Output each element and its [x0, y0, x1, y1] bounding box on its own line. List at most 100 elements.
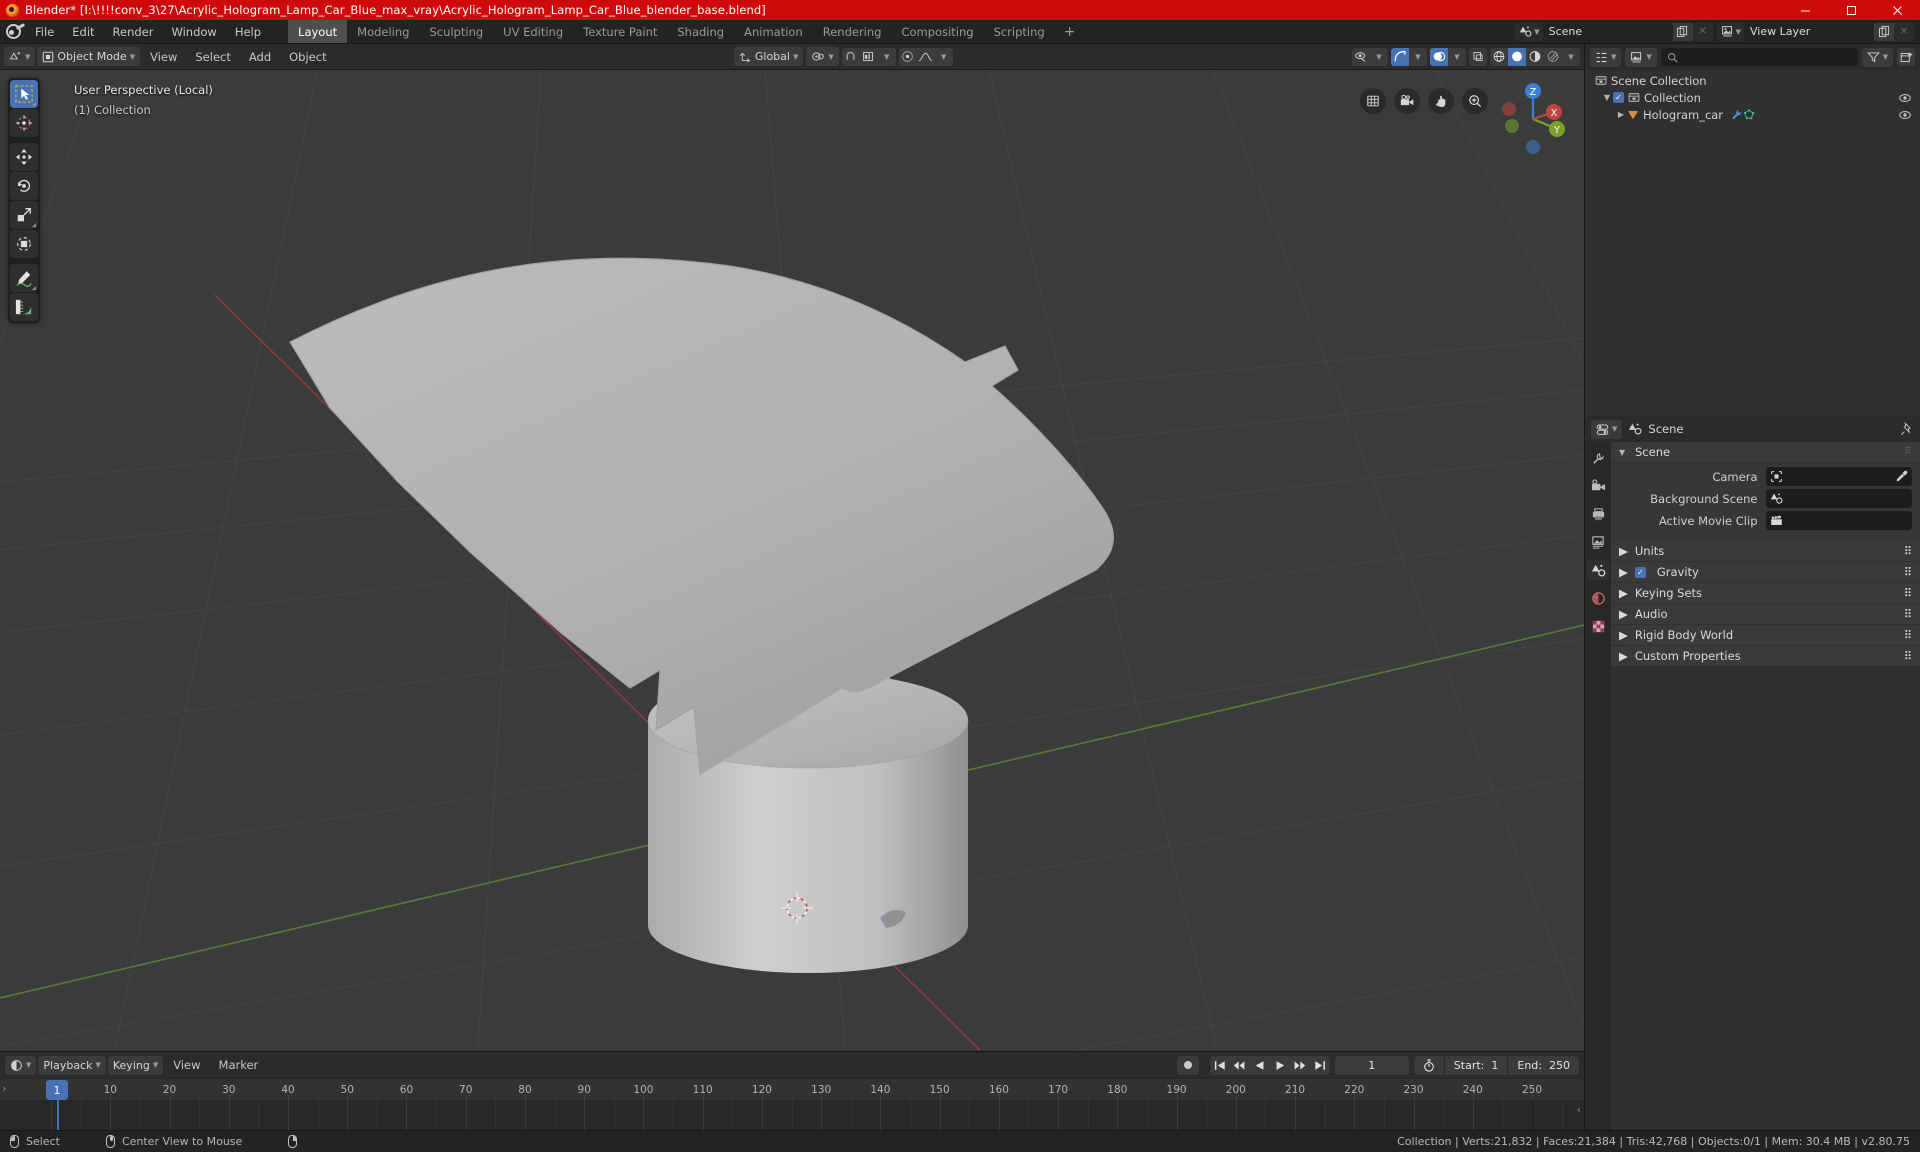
tab-animation[interactable]: Animation: [734, 20, 813, 43]
disclosure-triangle-icon[interactable]: ▼: [1601, 93, 1613, 102]
close-button[interactable]: [1874, 0, 1920, 20]
zoom-view-icon[interactable]: [1462, 88, 1488, 114]
current-frame-field[interactable]: 1: [1334, 1055, 1409, 1075]
auto-keying-button[interactable]: [1176, 1055, 1199, 1075]
world-tab[interactable]: [1587, 588, 1609, 608]
menu-render[interactable]: Render: [104, 20, 163, 43]
snap-dropdown-caret[interactable]: ▼: [877, 47, 896, 66]
tab-rendering[interactable]: Rendering: [813, 20, 892, 43]
shading-solid-icon[interactable]: [1508, 47, 1526, 66]
shading-wireframe-icon[interactable]: [1490, 47, 1508, 66]
proportional-edit-icon[interactable]: [898, 47, 917, 66]
scene-icon[interactable]: ▼: [1515, 22, 1543, 41]
3d-viewport[interactable]: User Perspective (Local) (1) Collection: [0, 70, 1584, 1051]
frame-start-field[interactable]: Start: 1: [1445, 1056, 1508, 1075]
snap-target-icon[interactable]: [859, 47, 878, 66]
visibility-eye-icon[interactable]: [1898, 109, 1912, 121]
tab-modeling[interactable]: Modeling: [347, 20, 419, 43]
object-mode-selector[interactable]: Object Mode ▼: [37, 47, 141, 66]
menu-window[interactable]: Window: [162, 20, 225, 43]
blender-menu-icon[interactable]: [0, 20, 26, 43]
snap-magnet-icon[interactable]: [841, 47, 860, 66]
tab-shading[interactable]: Shading: [667, 20, 734, 43]
panel-header-scene[interactable]: ▼ Scene ⠿: [1611, 442, 1920, 462]
visibility-dropdown-caret[interactable]: ▼: [1370, 47, 1388, 66]
pivot-point-icon[interactable]: ▼: [806, 47, 839, 66]
render-camera-tab[interactable]: [1587, 476, 1609, 496]
move-tool[interactable]: [10, 143, 38, 171]
panel-header-rigid-body-world[interactable]: ▶ Rigid Body World ⠿: [1611, 625, 1920, 645]
viewport-menu-add[interactable]: Add: [241, 47, 279, 66]
unlink-scene-button[interactable]: ✕: [1692, 22, 1713, 41]
view-layer-name-field[interactable]: View Layer: [1744, 22, 1874, 41]
menu-edit[interactable]: Edit: [63, 20, 103, 43]
timeline-expand-right-icon[interactable]: ‹: [1577, 1103, 1581, 1116]
scale-tool[interactable]: [10, 201, 38, 229]
timeline-current-frame-badge[interactable]: 1: [46, 1080, 68, 1100]
shading-material-icon[interactable]: [1526, 47, 1544, 66]
gizmo-dropdown-caret[interactable]: ▼: [1409, 47, 1427, 66]
timeline-keyframe-area[interactable]: ‹: [0, 1100, 1584, 1130]
output-printer-tab[interactable]: [1587, 504, 1609, 524]
editor-type-icon[interactable]: ▼: [4, 47, 36, 66]
texture-checker-tab[interactable]: [1587, 616, 1609, 636]
outliner-row-hologram-car[interactable]: ▶ Hologram_car: [1585, 106, 1920, 123]
filter-funnel-icon[interactable]: ▼: [1861, 47, 1893, 67]
jump-to-start-button[interactable]: [1210, 1056, 1230, 1075]
tab-uv-editing[interactable]: UV Editing: [493, 20, 573, 43]
tab-scripting[interactable]: Scripting: [984, 20, 1055, 43]
viewport-menu-view[interactable]: View: [142, 47, 185, 66]
panel-header-keying-sets[interactable]: ▶ Keying Sets ⠿: [1611, 583, 1920, 603]
properties-editor-icon[interactable]: ▼: [1591, 419, 1623, 439]
cursor-tool[interactable]: [10, 109, 38, 137]
timeline-menu-view[interactable]: View: [165, 1056, 208, 1075]
viewport-menu-select[interactable]: Select: [187, 47, 238, 66]
collection-enable-checkbox[interactable]: ✓: [1613, 92, 1624, 103]
gravity-checkbox[interactable]: ✓: [1634, 566, 1646, 578]
play-button[interactable]: [1270, 1056, 1290, 1075]
shading-dropdown-caret[interactable]: ▼: [1562, 47, 1580, 66]
pin-icon[interactable]: [1900, 422, 1914, 436]
visibility-icon[interactable]: [1352, 47, 1370, 66]
timeline-menu-marker[interactable]: Marker: [211, 1056, 267, 1075]
measure-tool[interactable]: [10, 293, 38, 321]
frame-end-field[interactable]: End: 250: [1508, 1056, 1579, 1075]
toggle-orthographic-icon[interactable]: [1360, 88, 1386, 114]
outliner-row-collection[interactable]: ▼ ✓ Collection: [1585, 89, 1920, 106]
falloff-curve-icon[interactable]: [916, 47, 935, 66]
overlays-icon[interactable]: [1430, 47, 1448, 66]
xray-icon[interactable]: [1469, 47, 1487, 66]
menu-file[interactable]: File: [26, 20, 63, 43]
outliner-row-scene-collection[interactable]: Scene Collection: [1585, 72, 1920, 89]
gizmo-icon[interactable]: [1391, 47, 1409, 66]
scene-name-field[interactable]: Scene: [1542, 22, 1673, 41]
jump-to-end-button[interactable]: [1310, 1056, 1330, 1075]
falloff-dropdown-caret[interactable]: ▼: [934, 47, 953, 66]
tweak-select-tool[interactable]: [10, 80, 38, 108]
outliner-display-mode-icon[interactable]: ▼: [1590, 47, 1622, 67]
timeline-expand-left-icon[interactable]: ›: [2, 1082, 6, 1095]
add-workspace-button[interactable]: +: [1055, 20, 1085, 43]
annotate-tool[interactable]: [10, 264, 38, 292]
new-scene-button[interactable]: [1672, 22, 1693, 41]
maximize-button[interactable]: [1828, 0, 1874, 20]
use-preview-range-button[interactable]: [1414, 1056, 1444, 1075]
shading-rendered-icon[interactable]: [1544, 47, 1562, 66]
timeline-editor-icon[interactable]: ▼: [5, 1055, 37, 1075]
transform-tool[interactable]: [10, 230, 38, 258]
overlays-dropdown-caret[interactable]: ▼: [1448, 47, 1466, 66]
minimize-button[interactable]: [1782, 0, 1828, 20]
panel-header-custom-properties[interactable]: ▶ Custom Properties ⠿: [1611, 646, 1920, 666]
new-view-layer-button[interactable]: [1874, 22, 1894, 41]
timeline-menu-playback[interactable]: Playback ▼: [38, 1055, 106, 1075]
scene-tab[interactable]: [1587, 560, 1609, 580]
jump-prev-keyframe-button[interactable]: [1230, 1056, 1250, 1075]
new-collection-icon[interactable]: [1897, 48, 1915, 66]
view-layer-icon[interactable]: ▼: [1716, 22, 1744, 41]
jump-next-keyframe-button[interactable]: [1290, 1056, 1310, 1075]
camera-view-icon[interactable]: [1394, 88, 1420, 114]
pan-view-icon[interactable]: [1428, 88, 1454, 114]
tool-tab[interactable]: [1587, 448, 1609, 468]
panel-header-gravity[interactable]: ▶ ✓ Gravity ⠿: [1611, 562, 1920, 582]
modifier-wrench-icon[interactable]: [1731, 108, 1743, 121]
